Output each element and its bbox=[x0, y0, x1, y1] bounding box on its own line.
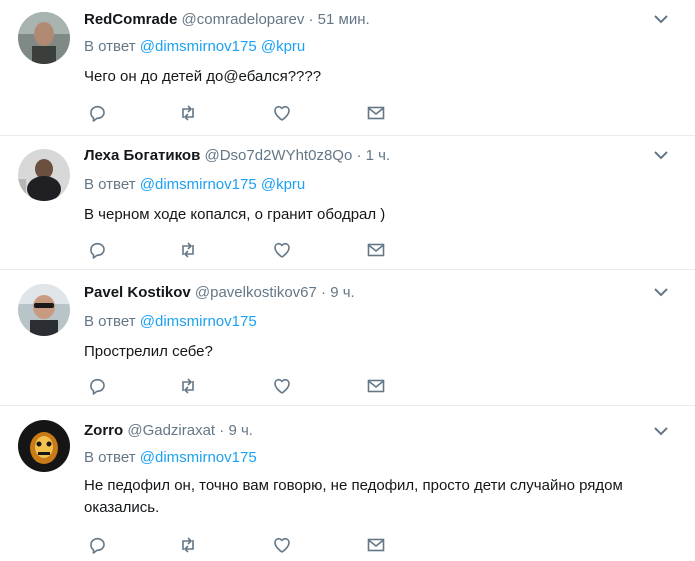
retweet-icon[interactable] bbox=[178, 240, 198, 260]
mention-link[interactable]: @kpru bbox=[261, 38, 305, 55]
reply-icon[interactable] bbox=[88, 103, 108, 123]
tweet-header: Zorro @Gadziraxat · 9 ч. bbox=[84, 422, 253, 440]
chevron-down-icon[interactable] bbox=[653, 424, 669, 436]
user-name[interactable]: Pavel Kostikov bbox=[84, 284, 191, 301]
user-handle[interactable]: @pavelkostikov67 bbox=[195, 284, 317, 301]
tweet: Pavel Kostikov @pavelkostikov67 · 9 ч. В… bbox=[0, 270, 695, 406]
tweet-text: Не педофил он, точно вам говорю, не педо… bbox=[84, 477, 623, 516]
tweet-actions bbox=[88, 103, 388, 123]
mention-link[interactable]: @dimsmirnov175 bbox=[140, 38, 257, 55]
tweet: Леха Богатиков @Dso7d2WYht0z8Qo · 1 ч. В… bbox=[0, 136, 695, 270]
reply-to-line: В ответ @dimsmirnov175 bbox=[84, 313, 257, 331]
reply-to-line: В ответ @dimsmirnov175 bbox=[84, 449, 257, 467]
envelope-icon[interactable] bbox=[366, 535, 386, 555]
tweet-actions bbox=[88, 240, 388, 260]
heart-icon[interactable] bbox=[272, 535, 292, 555]
tweet-actions bbox=[88, 376, 388, 396]
reply-prefix: В ответ bbox=[84, 176, 136, 193]
envelope-icon[interactable] bbox=[366, 103, 386, 123]
avatar[interactable] bbox=[18, 420, 70, 472]
heart-icon[interactable] bbox=[272, 103, 292, 123]
retweet-icon[interactable] bbox=[178, 535, 198, 555]
tweet-time[interactable]: 51 мин. bbox=[318, 11, 370, 28]
retweet-icon[interactable] bbox=[178, 376, 198, 396]
reply-to-line: В ответ @dimsmirnov175 @kpru bbox=[84, 176, 305, 194]
tweet-time[interactable]: 9 ч. bbox=[228, 422, 253, 439]
tweet-header: RedComrade @comradeloparev · 51 мин. bbox=[84, 11, 370, 29]
tweet: RedComrade @comradeloparev · 51 мин. В о… bbox=[0, 0, 695, 136]
user-name[interactable]: RedComrade bbox=[84, 11, 177, 28]
avatar[interactable] bbox=[18, 149, 70, 201]
tweet-time[interactable]: 1 ч. bbox=[366, 147, 391, 164]
user-handle[interactable]: @Dso7d2WYht0z8Qo bbox=[205, 147, 353, 164]
heart-icon[interactable] bbox=[272, 240, 292, 260]
user-handle[interactable]: @Gadziraxat bbox=[127, 422, 215, 439]
reply-prefix: В ответ bbox=[84, 313, 136, 330]
retweet-icon[interactable] bbox=[178, 103, 198, 123]
tweet-time[interactable]: 9 ч. bbox=[330, 284, 355, 301]
separator-dot: · bbox=[308, 11, 314, 28]
chevron-down-icon[interactable] bbox=[653, 148, 669, 160]
envelope-icon[interactable] bbox=[366, 240, 386, 260]
separator-dot: · bbox=[356, 147, 362, 164]
mention-link[interactable]: @dimsmirnov175 bbox=[140, 449, 257, 466]
mention-link[interactable]: @dimsmirnov175 bbox=[140, 313, 257, 330]
tweet: Zorro @Gadziraxat · 9 ч. В ответ @dimsmi… bbox=[0, 406, 695, 561]
reply-icon[interactable] bbox=[88, 240, 108, 260]
envelope-icon[interactable] bbox=[366, 376, 386, 396]
tweet-text: Прострелил себе? bbox=[84, 343, 213, 360]
chevron-down-icon[interactable] bbox=[653, 12, 669, 24]
separator-dot: · bbox=[219, 422, 225, 439]
user-name[interactable]: Zorro bbox=[84, 422, 123, 439]
reply-prefix: В ответ bbox=[84, 449, 136, 466]
tweet-text: В черном ходе копался, о гранит ободрал … bbox=[84, 206, 386, 223]
reply-icon[interactable] bbox=[88, 535, 108, 555]
reply-icon[interactable] bbox=[88, 376, 108, 396]
tweet-header: Леха Богатиков @Dso7d2WYht0z8Qo · 1 ч. bbox=[84, 147, 390, 165]
user-handle[interactable]: @comradeloparev bbox=[182, 11, 305, 28]
mention-link[interactable]: @kpru bbox=[261, 176, 305, 193]
heart-icon[interactable] bbox=[272, 376, 292, 396]
avatar[interactable] bbox=[18, 284, 70, 336]
chevron-down-icon[interactable] bbox=[653, 285, 669, 297]
user-name[interactable]: Леха Богатиков bbox=[84, 147, 200, 164]
tweet-actions bbox=[88, 535, 388, 555]
separator-dot: · bbox=[321, 284, 327, 301]
reply-to-line: В ответ @dimsmirnov175 @kpru bbox=[84, 38, 305, 56]
mention-link[interactable]: @dimsmirnov175 bbox=[140, 176, 257, 193]
avatar[interactable] bbox=[18, 12, 70, 64]
reply-prefix: В ответ bbox=[84, 38, 136, 55]
tweet-header: Pavel Kostikov @pavelkostikov67 · 9 ч. bbox=[84, 284, 355, 302]
tweet-text: Чего он до детей до@ебался???? bbox=[84, 68, 322, 85]
